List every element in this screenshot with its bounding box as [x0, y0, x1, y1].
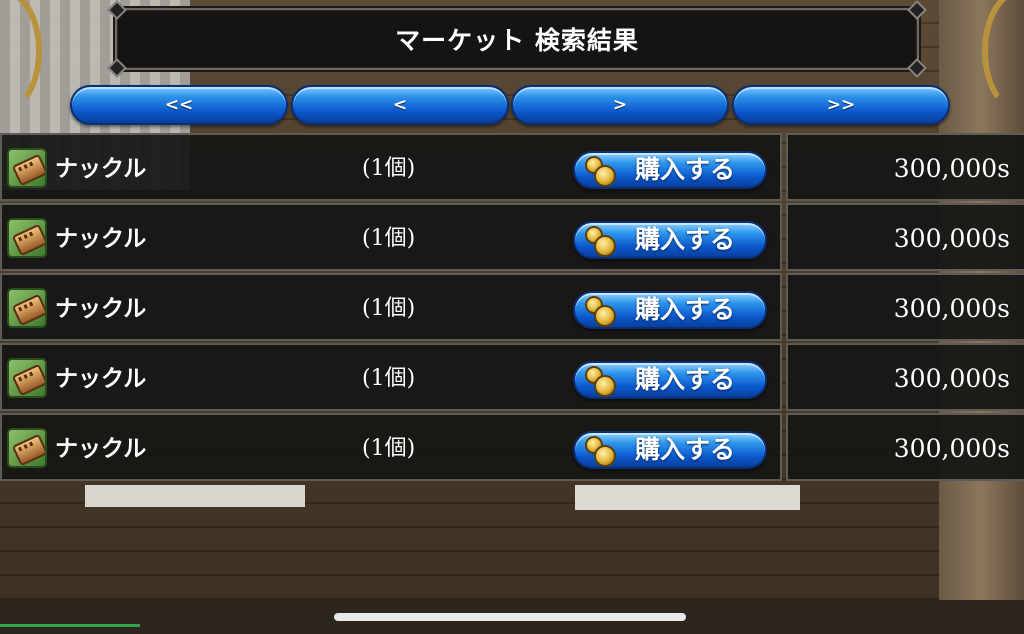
item-panel: ナックル (1個) 購入する [0, 413, 782, 481]
item-price: 300,000s [893, 154, 1010, 183]
item-quantity: (1個) [362, 436, 416, 461]
buy-button-label: 購入する [635, 295, 736, 324]
price-panel: 300,000s [786, 203, 1024, 271]
item-name: ナックル [55, 366, 147, 392]
item-panel: ナックル (1個) 購入する [0, 343, 782, 411]
knuckle-icon [7, 358, 47, 398]
coin-icon [585, 436, 617, 467]
price-panel: 300,000s [786, 133, 1024, 201]
item-name: ナックル [55, 296, 147, 322]
prev-page-button[interactable]: < [291, 85, 509, 125]
buy-button[interactable]: 購入する [573, 431, 767, 469]
price-panel: 300,000s [786, 273, 1024, 341]
home-indicator[interactable] [334, 613, 686, 621]
list-item: ナックル (1個) 購入する 300,000s [0, 273, 1024, 341]
buy-button[interactable]: 購入する [573, 151, 767, 189]
last-page-button[interactable]: >> [732, 85, 950, 125]
item-price: 300,000s [893, 224, 1010, 253]
item-quantity: (1個) [362, 226, 416, 251]
buy-button-label: 購入する [635, 225, 736, 254]
item-quantity: (1個) [362, 296, 416, 321]
item-panel: ナックル (1個) 購入する [0, 273, 782, 341]
item-price: 300,000s [893, 364, 1010, 393]
item-price: 300,000s [893, 434, 1010, 463]
item-panel: ナックル (1個) 購入する [0, 133, 782, 201]
buy-button[interactable]: 購入する [573, 291, 767, 329]
title-bar: マーケット 検索結果 [107, 0, 927, 78]
coin-icon [585, 156, 617, 187]
background-sign [575, 485, 800, 510]
knuckle-icon [7, 218, 47, 258]
buy-button-label: 購入する [635, 435, 736, 464]
coin-icon [585, 366, 617, 397]
page-title: マーケット 検索結果 [395, 26, 639, 55]
item-panel: ナックル (1個) 購入する [0, 203, 782, 271]
pagination: << < > >> [70, 85, 950, 125]
buy-button[interactable]: 購入する [573, 221, 767, 259]
item-quantity: (1個) [362, 156, 416, 181]
coin-icon [585, 226, 617, 257]
price-panel: 300,000s [786, 413, 1024, 481]
item-name: ナックル [55, 436, 147, 462]
item-name: ナックル [55, 156, 147, 182]
item-name: ナックル [55, 226, 147, 252]
list-item: ナックル (1個) 購入する 300,000s [0, 413, 1024, 481]
next-page-button[interactable]: > [511, 85, 729, 125]
list-item: ナックル (1個) 購入する 300,000s [0, 133, 1024, 201]
buy-button-label: 購入する [635, 365, 736, 394]
knuckle-icon [7, 288, 47, 328]
buy-button-label: 購入する [635, 155, 736, 184]
background-sign [85, 485, 305, 507]
item-quantity: (1個) [362, 366, 416, 391]
coin-icon [585, 296, 617, 327]
list-item: ナックル (1個) 購入する 300,000s [0, 343, 1024, 411]
progress-strip [0, 624, 140, 627]
item-price: 300,000s [893, 294, 1010, 323]
first-page-button[interactable]: << [70, 85, 288, 125]
price-panel: 300,000s [786, 343, 1024, 411]
knuckle-icon [7, 428, 47, 468]
list-item: ナックル (1個) 購入する 300,000s [0, 203, 1024, 271]
knuckle-icon [7, 148, 47, 188]
buy-button[interactable]: 購入する [573, 361, 767, 399]
